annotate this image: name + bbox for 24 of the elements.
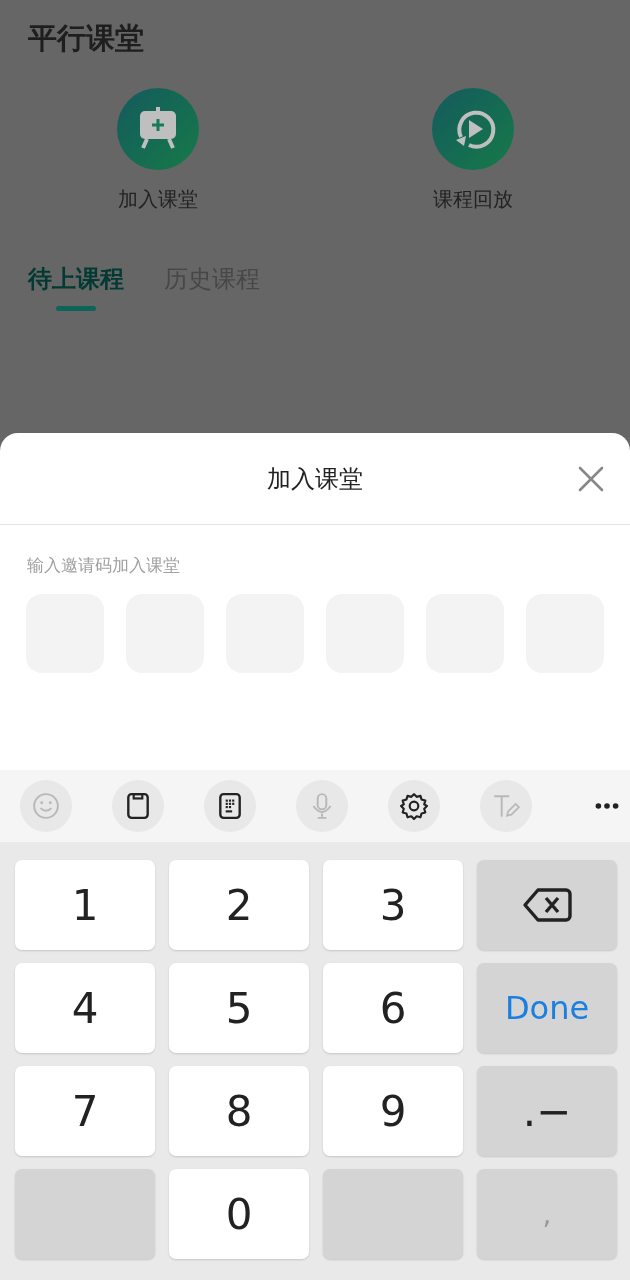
app-title: 平行课堂 bbox=[27, 20, 145, 57]
blank-key[interactable] bbox=[323, 1169, 463, 1259]
backspace-icon bbox=[522, 887, 572, 923]
easel-plus-icon bbox=[116, 88, 199, 170]
sheet-title: 加入课堂 bbox=[267, 463, 363, 495]
digit-key[interactable]: 0 bbox=[169, 1169, 309, 1259]
hint-text: 输入邀请码加入课堂 bbox=[26, 554, 181, 577]
close-icon[interactable] bbox=[578, 466, 604, 492]
clipboard-icon[interactable] bbox=[112, 780, 164, 832]
backspace-key[interactable] bbox=[477, 860, 617, 950]
digit-key[interactable]: 6 bbox=[323, 963, 463, 1053]
digit-key[interactable]: 2 bbox=[169, 860, 309, 950]
digit-key[interactable]: 7 bbox=[15, 1066, 155, 1156]
blank-key[interactable] bbox=[15, 1169, 155, 1259]
digit-key[interactable]: 8 bbox=[169, 1066, 309, 1156]
digit-key[interactable]: 5 bbox=[169, 963, 309, 1053]
replay-icon bbox=[431, 88, 514, 170]
settings-icon[interactable] bbox=[388, 780, 440, 832]
digit-key[interactable]: 9 bbox=[323, 1066, 463, 1156]
digit-key[interactable]: 3 bbox=[323, 860, 463, 950]
keypad-icon[interactable] bbox=[204, 780, 256, 832]
digit-key[interactable]: 4 bbox=[15, 963, 155, 1053]
symbol-key[interactable]: .− bbox=[477, 1066, 617, 1156]
digit-key[interactable]: 1 bbox=[15, 860, 155, 950]
